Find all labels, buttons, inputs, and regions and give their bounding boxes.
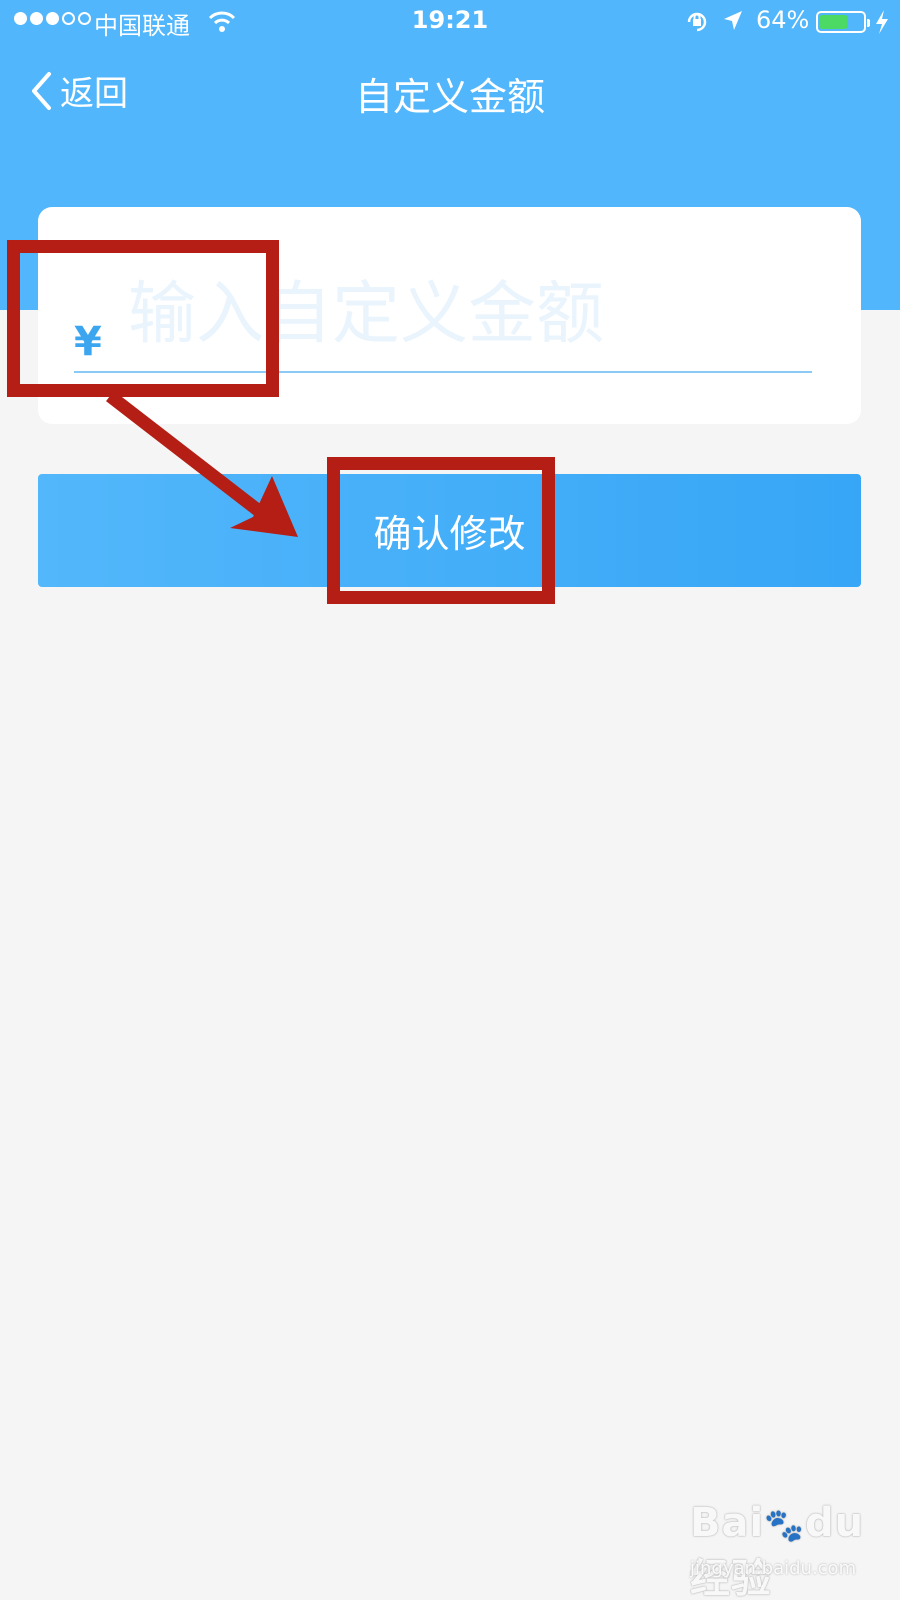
watermark-logo: Bai🐾du经验 xyxy=(690,1500,865,1600)
watermark-url: jingyan.baidu.com xyxy=(690,1558,857,1579)
annotation-arrow xyxy=(106,390,298,537)
baidu-jingyan-watermark: Bai🐾du经验 jingyan.baidu.com xyxy=(690,1500,880,1600)
